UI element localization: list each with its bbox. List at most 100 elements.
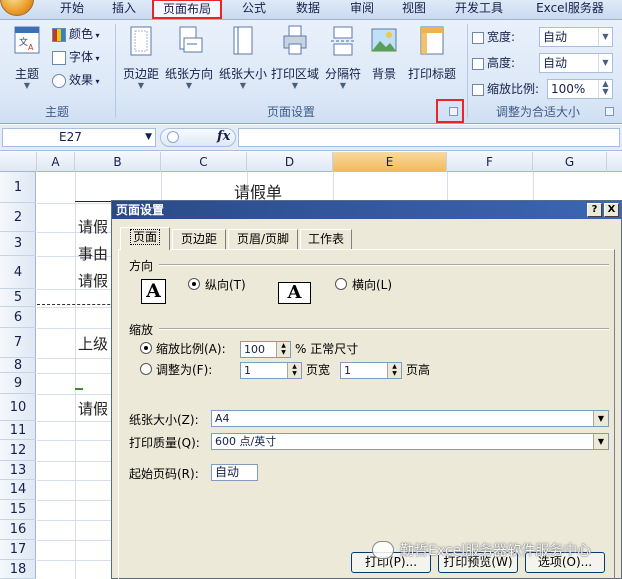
formula-bar: E27 ▼ fx bbox=[0, 125, 622, 151]
row-header-6[interactable]: 6 bbox=[0, 307, 36, 328]
pages-tall-label: 页高 bbox=[406, 363, 431, 377]
column-header-d[interactable]: D bbox=[247, 152, 333, 172]
row-header-18[interactable]: 18 bbox=[0, 560, 36, 579]
row-header-14[interactable]: 14 bbox=[0, 480, 36, 500]
print-area-button[interactable]: 打印区域 ▼ bbox=[270, 24, 320, 90]
dialog-title: 页面设置 bbox=[116, 203, 165, 217]
column-header-f[interactable]: F bbox=[447, 152, 533, 172]
expand-icon[interactable] bbox=[167, 131, 179, 143]
breaks-icon bbox=[331, 26, 355, 56]
chevron-down-icon[interactable]: ▼ bbox=[593, 411, 608, 426]
row-header-13[interactable]: 13 bbox=[0, 461, 36, 480]
fit-pages-tall-spinner[interactable]: 1 ▲ ▼ bbox=[340, 362, 402, 379]
row-header-10[interactable]: 10 bbox=[0, 394, 36, 421]
height-label: 高度: bbox=[472, 53, 515, 73]
chevron-down-icon[interactable]: ▼ bbox=[593, 434, 608, 449]
picture-icon bbox=[371, 28, 397, 52]
row-header-2[interactable]: 2 bbox=[0, 203, 36, 232]
first-page-number-label: 起始页码(R): bbox=[129, 467, 199, 481]
row-header-8[interactable]: 8 bbox=[0, 358, 36, 373]
landscape-label[interactable]: 横向(L) bbox=[352, 276, 392, 293]
column-header-g[interactable]: G bbox=[533, 152, 607, 172]
chevron-down-icon: ▼ bbox=[291, 81, 299, 90]
chevron-down-icon: ▼ bbox=[23, 81, 31, 90]
tab-sheet[interactable]: 工作表 bbox=[300, 229, 352, 249]
insert-function-button[interactable]: fx bbox=[217, 129, 230, 144]
landscape-radio[interactable] bbox=[335, 278, 347, 290]
first-page-number-input[interactable]: 自动 bbox=[211, 464, 258, 481]
formula-input[interactable] bbox=[238, 128, 620, 147]
fit-to-radio[interactable] bbox=[140, 363, 152, 375]
row-header-16[interactable]: 16 bbox=[0, 520, 36, 540]
row-header-11[interactable]: 11 bbox=[0, 421, 36, 440]
portrait-label[interactable]: 纵向(T) bbox=[205, 276, 246, 293]
breaks-button[interactable]: 分隔符 ▼ bbox=[322, 24, 364, 90]
margins-icon bbox=[130, 26, 152, 56]
size-button[interactable]: 纸张大小 ▼ bbox=[217, 24, 269, 90]
portrait-radio[interactable] bbox=[188, 278, 200, 290]
tab-home[interactable]: 开始 bbox=[52, 0, 92, 19]
dialog-title-bar[interactable]: 页面设置 ? X bbox=[112, 201, 621, 219]
background-button[interactable]: 背景 bbox=[366, 24, 402, 82]
spin-arrows-icon[interactable]: ▲ ▼ bbox=[276, 342, 290, 357]
help-icon[interactable]: ? bbox=[587, 203, 602, 217]
tab-margins[interactable]: 页边距 bbox=[172, 229, 226, 249]
orientation-button[interactable]: 纸张方向 ▼ bbox=[163, 24, 215, 90]
fit-pages-wide-spinner[interactable]: 1 ▲ ▼ bbox=[240, 362, 302, 379]
tab-developer[interactable]: 开发工具 bbox=[446, 0, 512, 19]
column-header-b[interactable]: B bbox=[75, 152, 161, 172]
cell-b10: 请假 bbox=[78, 400, 109, 418]
column-header-e[interactable]: E bbox=[333, 152, 447, 172]
tab-view[interactable]: 视图 bbox=[392, 0, 436, 19]
printer-icon bbox=[283, 25, 307, 55]
adjust-scale-radio[interactable] bbox=[140, 342, 152, 354]
scale-spinner[interactable]: 100% ▲ ▼ bbox=[547, 79, 613, 99]
row-header-4[interactable]: 4 bbox=[0, 256, 36, 289]
paper-size-select[interactable]: A4 ▼ bbox=[211, 410, 609, 427]
width-dropdown[interactable]: 自动 ▼ bbox=[539, 27, 613, 47]
name-box[interactable]: E27 ▼ bbox=[2, 128, 156, 147]
close-icon[interactable]: X bbox=[604, 203, 619, 217]
chevron-down-icon: ▼ bbox=[239, 81, 247, 90]
tab-page[interactable]: 页面 bbox=[120, 227, 170, 250]
row-header-15[interactable]: 15 bbox=[0, 500, 36, 520]
height-dropdown[interactable]: 自动 ▼ bbox=[539, 53, 613, 73]
print-titles-button[interactable]: 打印标题 bbox=[404, 24, 460, 82]
tab-insert[interactable]: 插入 bbox=[104, 0, 144, 19]
tab-review[interactable]: 审阅 bbox=[340, 0, 384, 19]
svg-text:文: 文 bbox=[19, 36, 28, 48]
page-setup-group-label: 页面设置 bbox=[266, 105, 315, 119]
row-header-12[interactable]: 12 bbox=[0, 440, 36, 461]
margins-button[interactable]: 页边距 ▼ bbox=[120, 24, 162, 90]
spin-arrows-icon[interactable]: ▲ ▼ bbox=[287, 363, 301, 378]
office-button[interactable] bbox=[0, 0, 34, 16]
column-header-a[interactable]: A bbox=[37, 152, 75, 172]
adjust-scale-label[interactable]: 缩放比例(A): bbox=[156, 340, 226, 357]
fonts-button[interactable]: 字体 ▾ bbox=[52, 47, 100, 67]
chevron-down-icon: ▼ bbox=[339, 81, 347, 90]
width-icon bbox=[472, 31, 484, 44]
effects-icon bbox=[52, 73, 66, 88]
tab-formulas[interactable]: 公式 bbox=[232, 0, 276, 19]
tab-header-footer[interactable]: 页眉/页脚 bbox=[228, 229, 298, 249]
row-header-3[interactable]: 3 bbox=[0, 232, 36, 256]
row-header-1[interactable]: 1 bbox=[0, 172, 36, 203]
select-all-corner[interactable] bbox=[0, 152, 37, 172]
effects-button[interactable]: 效果 ▾ bbox=[52, 70, 100, 90]
row-header-17[interactable]: 17 bbox=[0, 540, 36, 560]
ribbon-tab-bar: 开始 插入 页面布局 公式 数据 审阅 视图 开发工具 Excel服务器 bbox=[0, 0, 622, 19]
tab-data[interactable]: 数据 bbox=[286, 0, 330, 19]
row-header-9[interactable]: 9 bbox=[0, 373, 36, 394]
row-header-7[interactable]: 7 bbox=[0, 328, 36, 358]
scale-group-label: 调整为合适大小 bbox=[495, 105, 580, 119]
themes-button[interactable]: 文 A 主题 ▼ bbox=[6, 24, 48, 90]
tab-excel-server[interactable]: Excel服务器 bbox=[522, 0, 618, 19]
scale-dialog-launcher[interactable] bbox=[605, 107, 614, 116]
column-header-c[interactable]: C bbox=[161, 152, 247, 172]
row-header-5[interactable]: 5 bbox=[0, 289, 36, 307]
fit-to-label[interactable]: 调整为(F): bbox=[156, 361, 212, 378]
colors-button[interactable]: 颜色 ▾ bbox=[52, 24, 100, 44]
scale-percent-spinner[interactable]: 100 ▲ ▼ bbox=[240, 341, 291, 358]
spin-arrows-icon[interactable]: ▲ ▼ bbox=[387, 363, 401, 378]
print-quality-select[interactable]: 600 点/英寸 ▼ bbox=[211, 433, 609, 450]
